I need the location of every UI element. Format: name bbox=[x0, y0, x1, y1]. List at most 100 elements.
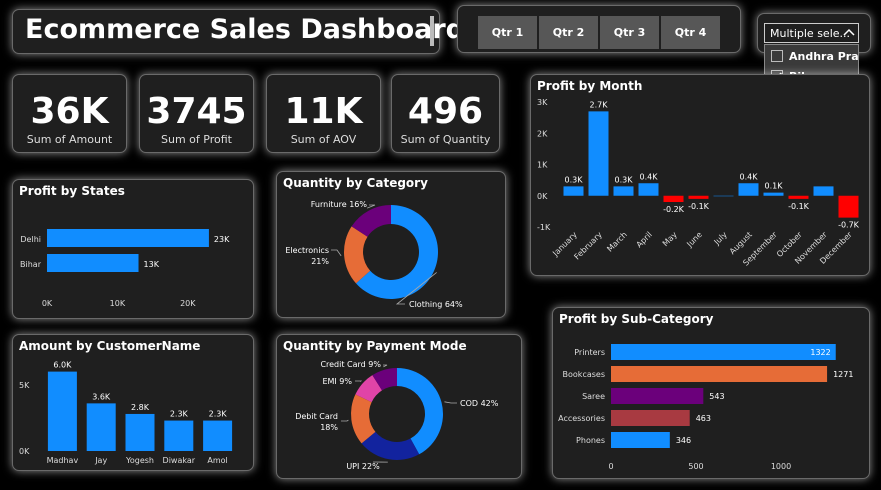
kpi-aov-card: 11K Sum of AOV bbox=[266, 74, 381, 153]
bar-july bbox=[713, 195, 734, 197]
kpi-profit-label: Sum of Profit bbox=[161, 133, 232, 146]
y-tick-label: 2K bbox=[537, 129, 548, 138]
slice-label-debit-card: 18% bbox=[320, 423, 338, 432]
y-tick-label: 1K bbox=[537, 161, 548, 170]
x-tick-label: March bbox=[605, 230, 629, 254]
bar-saree bbox=[611, 388, 704, 404]
slice-label-debit-card: Debit Card bbox=[295, 412, 338, 421]
profit-by-states-chart: Delhi 23K Bihar 13K 0K 10K 20K bbox=[20, 229, 230, 308]
qtr2-button[interactable]: Qtr 2 bbox=[539, 16, 598, 49]
bar-amol bbox=[203, 420, 233, 451]
data-label: -0.7K bbox=[838, 221, 860, 230]
x-tick-label: April bbox=[635, 230, 654, 249]
qtr1-button[interactable]: Qtr 1 bbox=[478, 16, 537, 49]
checkbox-icon[interactable] bbox=[771, 50, 783, 62]
data-label: -0.1K bbox=[688, 202, 710, 211]
bar-september bbox=[763, 192, 784, 196]
leader-line bbox=[341, 419, 349, 422]
y-tick-label: Printers bbox=[574, 348, 605, 357]
quantity-by-payment-chart: COD 42% UPI 22% Debit Card 18% EMI 9% Credit … bbox=[295, 360, 499, 471]
profit-by-subcategory-chart: Printers 1322 Bookcases 1271 Saree 543 Accesso… bbox=[558, 344, 853, 471]
bar-january bbox=[563, 186, 584, 196]
bar-bookcases bbox=[611, 366, 828, 382]
kpi-profit-value: 3745 bbox=[146, 91, 247, 132]
kpi-quantity-card: 496 Sum of Quantity bbox=[391, 74, 500, 153]
profit-by-states-panel: Profit by States Delhi 23K Bihar 13K 0K 10K 20… bbox=[12, 179, 254, 319]
amount-by-customer-chart: 5K 0K 6.0K Madhav 3.6K Jay 2.8K Yogesh 2.3K Diwak… bbox=[19, 361, 233, 465]
bar-printers bbox=[611, 344, 836, 360]
bar-phones bbox=[611, 432, 670, 448]
leader-line bbox=[444, 401, 457, 404]
quarter-slicer: Qtr 1 Qtr 2 Qtr 3 Qtr 4 bbox=[457, 5, 741, 53]
kpi-quantity-value: 496 bbox=[407, 91, 484, 132]
x-tick-label: 0 bbox=[608, 462, 613, 471]
bar-jay bbox=[86, 403, 116, 451]
x-tick-label: 10K bbox=[110, 299, 126, 308]
state-dropdown-label: Multiple sele... bbox=[770, 27, 851, 40]
y-tick-label: Bihar bbox=[20, 260, 42, 269]
kpi-amount-card: 36K Sum of Amount bbox=[12, 74, 127, 153]
data-label: 6.0K bbox=[53, 361, 72, 370]
bar-june bbox=[688, 195, 709, 199]
bar-february bbox=[588, 111, 609, 196]
kpi-aov-value: 11K bbox=[284, 91, 363, 132]
x-tick-label: Diwakar bbox=[163, 456, 196, 465]
slice-label-electronics: 21% bbox=[311, 257, 329, 266]
data-label: 0.1K bbox=[765, 182, 784, 191]
profit-by-month-chart: 3K2K1K0K-1K0.3KJanuary2.7KFebruary0.3KMa… bbox=[537, 98, 860, 268]
quantity-by-category-chart: Clothing 64% Electronics 21% Furniture 16% bbox=[285, 200, 463, 309]
leader-line bbox=[383, 364, 388, 368]
amount-by-customer-panel: Amount by CustomerName 5K 0K 6.0K Madhav 3.6… bbox=[12, 334, 254, 471]
y-tick-label: Delhi bbox=[20, 235, 41, 244]
data-label: 2.7K bbox=[590, 100, 609, 109]
bar-may bbox=[663, 195, 684, 202]
data-label: 3.6K bbox=[92, 392, 111, 401]
x-tick-label: 500 bbox=[688, 462, 703, 471]
kpi-amount-value: 36K bbox=[30, 91, 109, 132]
x-tick-label: 20K bbox=[180, 299, 196, 308]
dashboard-title: Ecommerce Sales Dashboard bbox=[25, 14, 465, 45]
data-label: 23K bbox=[214, 235, 230, 244]
y-tick-label: 0K bbox=[19, 447, 30, 456]
leader-line bbox=[366, 204, 376, 209]
data-label: 0.4K bbox=[740, 172, 759, 181]
data-label: 0.3K bbox=[615, 175, 634, 184]
slice-label-credit-card: Credit Card 9% bbox=[320, 360, 381, 369]
bar-march bbox=[613, 186, 634, 196]
y-tick-label: Bookcases bbox=[563, 370, 605, 379]
kpi-quantity-label: Sum of Quantity bbox=[400, 133, 491, 146]
data-label: 0.3K bbox=[565, 175, 584, 184]
bar-yogesh bbox=[125, 413, 155, 451]
bar-madhav bbox=[47, 371, 77, 451]
qtr3-button[interactable]: Qtr 3 bbox=[600, 16, 659, 49]
data-label: 2.3K bbox=[170, 410, 189, 419]
x-tick-label: Amol bbox=[207, 456, 227, 465]
x-tick-label: May bbox=[661, 230, 679, 248]
qtr4-button[interactable]: Qtr 4 bbox=[661, 16, 720, 49]
kpi-profit-card: 3745 Sum of Profit bbox=[139, 74, 254, 153]
bar-diwakar bbox=[164, 420, 194, 451]
state-option-andhra-pra[interactable]: Andhra Pra... bbox=[771, 46, 858, 66]
data-label: 346 bbox=[676, 436, 691, 445]
y-tick-label: -1K bbox=[537, 223, 551, 232]
y-tick-label: 3K bbox=[537, 98, 548, 107]
kpi-amount-label: Sum of Amount bbox=[26, 133, 113, 146]
x-tick-label: July bbox=[712, 230, 729, 247]
y-tick-label: Accessories bbox=[558, 414, 605, 423]
x-tick-label: 1000 bbox=[771, 462, 791, 471]
slice-label-furniture: Furniture 16% bbox=[311, 200, 368, 209]
state-dropdown[interactable]: Multiple sele... bbox=[764, 23, 859, 43]
y-tick-label: Saree bbox=[582, 392, 605, 401]
bar-november bbox=[813, 186, 834, 196]
slice-label-electronics: Electronics bbox=[285, 246, 329, 255]
data-label: 2.8K bbox=[131, 403, 150, 412]
data-label: 0.4K bbox=[640, 172, 659, 181]
title-panel: Ecommerce Sales Dashboard bbox=[12, 9, 465, 54]
y-tick-label: Phones bbox=[576, 436, 605, 445]
y-tick-label: 5K bbox=[19, 381, 30, 390]
profit-by-month-panel: Profit by Month 3K 2K 1K 0K -1K 0.3K January 2.… bbox=[530, 74, 870, 276]
bar-december bbox=[838, 195, 859, 218]
x-tick-label: 0K bbox=[42, 299, 53, 308]
quantity-by-payment-panel: Quantity by Payment Mode COD 42% UPI 22% D… bbox=[276, 334, 522, 479]
y-tick-label: 0K bbox=[537, 192, 548, 201]
